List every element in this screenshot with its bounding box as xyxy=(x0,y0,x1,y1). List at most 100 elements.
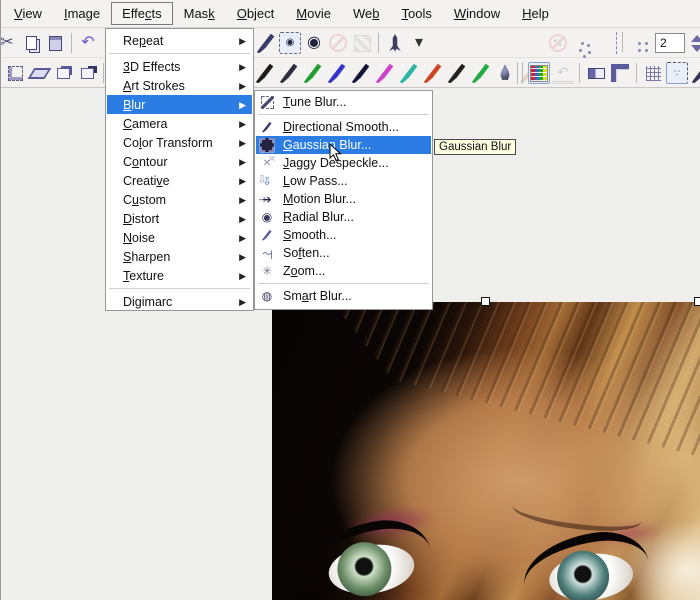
mesh-warp-icon[interactable] xyxy=(76,62,98,84)
node-count-spinner[interactable] xyxy=(691,35,700,52)
menu-item-smooth[interactable]: Smooth... xyxy=(256,226,431,244)
submenu-arrow-icon: ▶ xyxy=(239,119,246,130)
menu-item-blur[interactable]: Blur ▶ xyxy=(107,95,252,114)
nodes-snap-icon[interactable] xyxy=(595,32,617,54)
radial-blur-icon xyxy=(259,210,275,225)
menu-item-custom[interactable]: Custom ▶ xyxy=(107,190,252,209)
palette-icon[interactable] xyxy=(528,62,550,84)
menu-item-noise[interactable]: Noise ▶ xyxy=(107,228,252,247)
undo-icon[interactable]: ↶ xyxy=(77,32,99,54)
menu-item-soften[interactable]: Soften... xyxy=(256,244,431,262)
droplet-icon[interactable] xyxy=(497,64,513,82)
eye-mask-icon[interactable]: ◉ xyxy=(303,32,325,54)
jaggy-despeckle-icon xyxy=(259,156,275,171)
pen-blue-icon[interactable] xyxy=(326,62,348,84)
spinner-down-icon[interactable] xyxy=(691,45,700,52)
no-nodes-icon[interactable] xyxy=(547,32,569,54)
pen-navy-icon[interactable] xyxy=(350,62,372,84)
separator xyxy=(109,53,250,54)
perspective-icon[interactable] xyxy=(52,62,74,84)
cut-icon[interactable]: ✂ xyxy=(0,32,18,54)
menu-item-motion-blur[interactable]: Motion Blur... xyxy=(256,190,431,208)
pen-dark-icon[interactable] xyxy=(278,62,300,84)
menubar-tools[interactable]: Tools xyxy=(390,2,442,25)
deform-icon[interactable] xyxy=(28,62,50,84)
menubar-object[interactable]: Object xyxy=(226,2,286,25)
pen-tool-icon[interactable] xyxy=(690,62,700,84)
menubar-image[interactable]: Image xyxy=(53,2,111,25)
submenu-arrow-icon: ▶ xyxy=(239,252,246,263)
menu-item-creative[interactable]: Creative ▶ xyxy=(107,171,252,190)
separator xyxy=(71,33,72,53)
menu-item-low-pass[interactable]: Low Pass... xyxy=(256,172,431,190)
selection-handle-top-middle[interactable] xyxy=(481,297,490,306)
mouse-cursor-icon xyxy=(329,143,342,163)
submenu-arrow-icon: ▶ xyxy=(239,233,246,244)
menu-item-texture[interactable]: Texture ▶ xyxy=(107,266,252,285)
low-pass-icon xyxy=(259,174,275,189)
submenu-arrow-icon: ▶ xyxy=(239,36,246,47)
submenu-arrow-icon: ▶ xyxy=(239,195,246,206)
separator xyxy=(636,63,637,83)
pen-pink-icon[interactable] xyxy=(374,62,396,84)
nodes-icon[interactable] xyxy=(571,32,593,54)
menubar-effects[interactable]: Effects xyxy=(111,2,173,25)
nodes-grid-icon[interactable] xyxy=(628,32,650,54)
spinner-up-icon[interactable] xyxy=(691,35,700,42)
menu-item-smart-blur[interactable]: Smart Blur... xyxy=(256,287,431,305)
rocket-dropdown-icon[interactable]: ▾ xyxy=(408,32,430,54)
menu-item-art-strokes[interactable]: Art Strokes ▶ xyxy=(107,76,252,95)
menu-item-color-transform[interactable]: Color Transform ▶ xyxy=(107,133,252,152)
tool-options-icon[interactable] xyxy=(585,62,607,84)
pen-bright-green-icon[interactable] xyxy=(470,62,492,84)
menubar-view[interactable]: View xyxy=(3,2,53,25)
ruler-corner-icon[interactable] xyxy=(609,62,631,84)
image-canvas[interactable] xyxy=(272,302,700,600)
menu-item-jaggy-despeckle[interactable]: Jaggy Despeckle... xyxy=(256,154,431,172)
smooth-icon xyxy=(259,228,275,243)
pen-green-icon[interactable] xyxy=(302,62,324,84)
transparency-checker-icon[interactable] xyxy=(351,32,373,54)
tune-blur-icon xyxy=(259,95,275,110)
menu-item-repeat[interactable]: Repeat ▶ xyxy=(107,31,252,50)
menubar-web[interactable]: Web xyxy=(342,2,391,25)
copy-icon[interactable] xyxy=(20,32,42,54)
menubar-window[interactable]: Window xyxy=(443,2,511,25)
separator xyxy=(517,62,523,84)
menu-item-directional-smooth[interactable]: Directional Smooth... xyxy=(256,118,431,136)
pen-red-icon[interactable] xyxy=(422,62,444,84)
pen-teal-icon[interactable] xyxy=(398,62,420,84)
separator xyxy=(103,63,104,83)
menu-item-distort[interactable]: Distort ▶ xyxy=(107,209,252,228)
histogram-icon[interactable]: ↶ xyxy=(552,62,574,84)
submenu-arrow-icon: ▶ xyxy=(239,214,246,225)
menu-item-radial-blur[interactable]: Radial Blur... xyxy=(256,208,431,226)
grid-icon[interactable] xyxy=(642,62,664,84)
menu-item-gaussian-blur[interactable]: Gaussian Blur... xyxy=(256,136,431,154)
menu-item-sharpen[interactable]: Sharpen ▶ xyxy=(107,247,252,266)
menu-item-camera[interactable]: Camera ▶ xyxy=(107,114,252,133)
pen-black-icon[interactable] xyxy=(254,62,276,84)
menubar-mask[interactable]: Mask xyxy=(173,2,226,25)
snap-to-grid-icon[interactable]: ∵ xyxy=(666,62,688,84)
rocket-icon[interactable] xyxy=(384,32,406,54)
pen-charcoal-icon[interactable] xyxy=(446,62,468,84)
selection-handle-top-right[interactable] xyxy=(694,297,700,306)
pen-scribble-icon[interactable] xyxy=(255,32,277,54)
right-eyebrow xyxy=(511,490,644,537)
menu-item-tune-blur[interactable]: Tune Blur... xyxy=(256,93,431,111)
disable-selection-icon[interactable] xyxy=(327,32,349,54)
selection-eye-icon[interactable]: ◉ xyxy=(279,32,301,54)
menu-item-contour[interactable]: Contour ▶ xyxy=(107,152,252,171)
menu-item-digimarc[interactable]: Digimarc ▶ xyxy=(107,292,252,311)
menubar-movie[interactable]: Movie xyxy=(285,2,342,25)
submenu-arrow-icon: ▶ xyxy=(239,157,246,168)
crop-icon[interactable] xyxy=(4,62,26,84)
menu-item-zoom[interactable]: Zoom... xyxy=(256,262,431,280)
tooltip: Gaussian Blur xyxy=(434,139,516,155)
menu-item-3d-effects[interactable]: 3D Effects ▶ xyxy=(107,57,252,76)
submenu-arrow-icon: ▶ xyxy=(239,176,246,187)
paste-icon[interactable] xyxy=(44,32,66,54)
menubar-help[interactable]: Help xyxy=(511,2,560,25)
node-count-input[interactable]: 2 xyxy=(655,33,685,53)
